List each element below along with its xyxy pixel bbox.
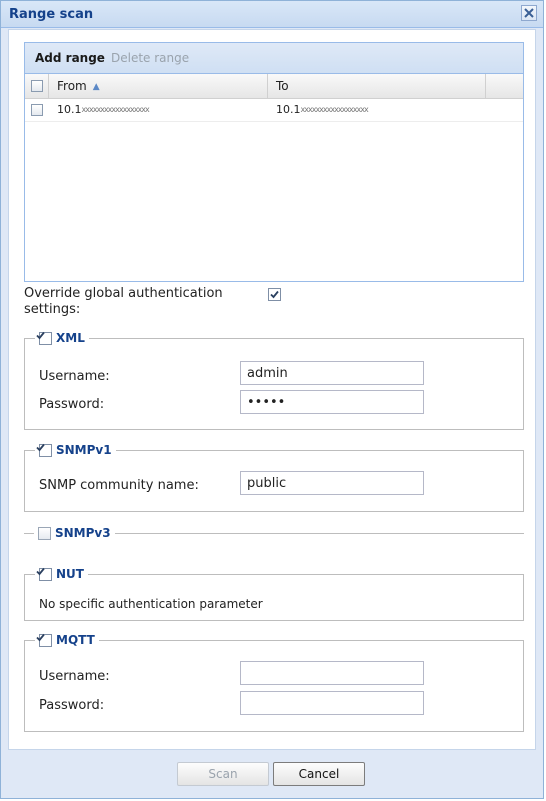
mqtt-username-input[interactable]	[240, 661, 424, 685]
add-range-button[interactable]: Add range	[35, 51, 105, 65]
xml-legend-label: XML	[56, 331, 85, 345]
select-all-checkbox[interactable]	[31, 80, 43, 92]
from-masked-value: xxxxxxxxxxxxxxxxxx	[81, 105, 150, 114]
xml-checkbox[interactable]	[36, 331, 52, 345]
to-masked-value: xxxxxxxxxxxxxxxxxx	[300, 105, 369, 114]
column-to-label: To	[276, 79, 289, 93]
snmpv1-fieldset: SNMPv1 SNMP community name:	[24, 442, 524, 512]
override-auth-label: Override global authentication settings:	[24, 286, 223, 318]
snmpv3-checkbox[interactable]	[38, 526, 51, 540]
mqtt-username-label: Username:	[39, 669, 110, 684]
override-auth-label-line1: Override global authentication	[24, 286, 223, 301]
snmpv3-fieldset-collapsed: SNMPv3	[24, 525, 524, 541]
snmp-community-label: SNMP community name:	[39, 478, 199, 493]
dialog-footer: Scan Cancel	[1, 750, 543, 798]
close-icon[interactable]	[521, 5, 537, 21]
sort-ascending-icon: ▲	[92, 82, 100, 92]
xml-username-label: Username:	[39, 369, 110, 384]
nut-note: No specific authentication parameter	[39, 597, 263, 611]
nut-legend-label: NUT	[56, 567, 84, 581]
dialog-titlebar[interactable]: Range scan	[1, 1, 543, 28]
table-row[interactable]: 10.1xxxxxxxxxxxxxxxxxx 10.1xxxxxxxxxxxxx…	[25, 99, 523, 122]
delete-range-button[interactable]: Delete range	[111, 51, 189, 65]
nut-legend: NUT	[35, 566, 88, 582]
range-grid: Add range Delete range From ▲ To 10.1xxx…	[24, 42, 524, 282]
snmpv1-legend-label: SNMPv1	[56, 443, 112, 457]
mqtt-fieldset: MQTT Username: Password:	[24, 632, 524, 732]
to-value: 10.1	[276, 103, 301, 116]
row-select-cell	[25, 99, 49, 121]
snmpv3-legend-label: SNMPv3	[55, 526, 111, 540]
grid-toolbar: Add range Delete range	[25, 43, 523, 74]
column-header-filler	[486, 74, 523, 98]
row-checkbox[interactable]	[31, 104, 43, 116]
xml-password-label: Password:	[39, 397, 105, 412]
override-auth-checkbox[interactable]	[268, 288, 281, 301]
header-select-all-cell	[25, 74, 49, 98]
column-header-to[interactable]: To	[268, 74, 486, 98]
mqtt-legend: MQTT	[35, 632, 99, 648]
snmp-community-input[interactable]	[240, 471, 424, 495]
override-auth-label-line2: settings:	[24, 302, 81, 317]
dialog-body: Add range Delete range From ▲ To 10.1xxx…	[8, 29, 536, 750]
column-header-from[interactable]: From ▲	[49, 74, 268, 98]
xml-fieldset: XML Username: Password:	[24, 330, 524, 430]
cancel-button[interactable]: Cancel	[273, 762, 365, 786]
scan-button[interactable]: Scan	[177, 762, 269, 786]
mqtt-password-label: Password:	[39, 698, 105, 713]
column-from-label: From	[57, 79, 87, 93]
cell-to: 10.1xxxxxxxxxxxxxxxxxx	[268, 99, 486, 121]
nut-checkbox[interactable]	[36, 567, 52, 581]
snmpv1-legend: SNMPv1	[35, 442, 116, 458]
xml-legend: XML	[35, 330, 89, 346]
mqtt-password-input[interactable]	[240, 691, 424, 715]
range-scan-dialog: Range scan Add range Delete range From ▲	[0, 0, 544, 799]
dialog-title: Range scan	[9, 7, 94, 22]
grid-header: From ▲ To	[25, 74, 523, 99]
snmpv1-checkbox[interactable]	[36, 443, 52, 457]
xml-password-input[interactable]	[240, 390, 424, 414]
nut-fieldset: NUT No specific authentication parameter	[24, 566, 524, 621]
mqtt-legend-label: MQTT	[56, 633, 95, 647]
from-value: 10.1	[57, 103, 82, 116]
cell-from: 10.1xxxxxxxxxxxxxxxxxx	[49, 99, 268, 121]
xml-username-input[interactable]	[240, 361, 424, 385]
snmpv3-legend: SNMPv3	[34, 525, 115, 541]
mqtt-checkbox[interactable]	[36, 633, 52, 647]
